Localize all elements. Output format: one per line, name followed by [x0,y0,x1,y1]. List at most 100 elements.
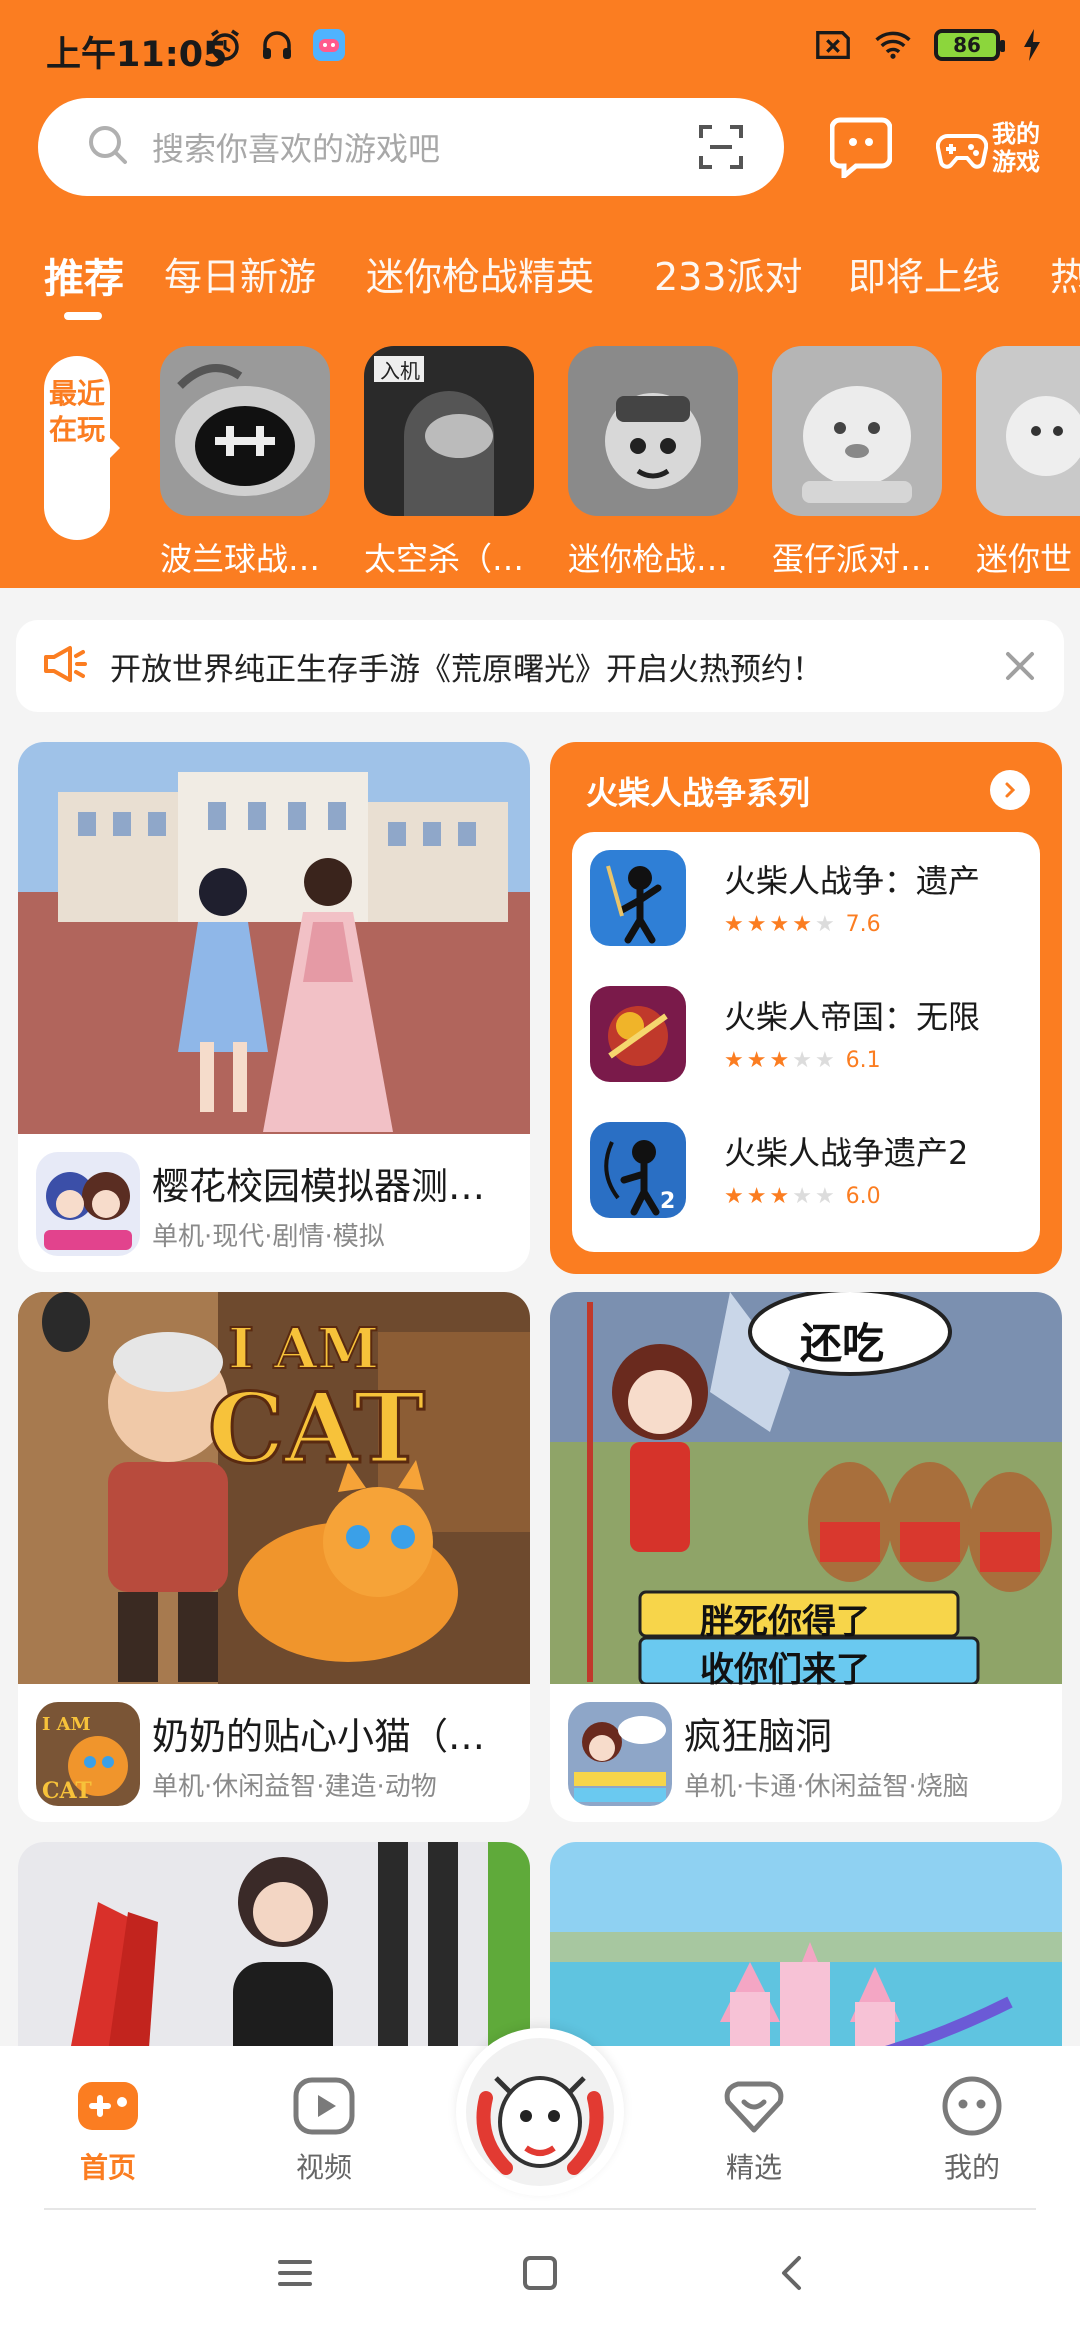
cover-bubble-text: 还吃 [800,1319,885,1368]
search-icon [86,123,130,171]
game-card-info: 樱花校园模拟器测… 单机·现代·剧情·模拟 [18,1134,530,1272]
nav-featured-label: 精选 [725,2151,782,2184]
tab-hot[interactable]: 热 [1050,246,1080,301]
recent-game-name: 迷你枪战… [568,540,729,578]
header: 上午11:05 86 搜索你喜欢的游戏吧 我的 游戏 推荐 每日新游 迷你枪战精… [0,0,1080,588]
charging-icon [1022,26,1042,64]
tab-233-party[interactable]: 233派对 [654,246,803,301]
game-icon [772,346,942,516]
video-play-icon [292,2074,356,2138]
status-icons-right: 86 [814,26,1042,64]
rating-value: 6.1 [845,1048,881,1073]
wifi-icon [874,26,912,64]
sim-off-icon [814,26,852,64]
series-game-item[interactable]: 火柴人战争：遗产 ★ ★ ★ ★ ★ 7.6 [590,850,1030,950]
game-icon [590,986,686,1082]
nav-featured[interactable]: 精选 [694,2074,814,2194]
tab-recommend[interactable]: 推荐 [44,246,124,304]
cover-banner-text: 胖死你得了 [700,1602,870,1642]
recent-game[interactable]: 迷你世 [976,346,1080,580]
star-icon: ★ [792,1047,812,1073]
system-navigation-bar [0,2210,1080,2340]
recent-game-name: 蛋仔派对… [772,540,933,578]
recent-game[interactable]: 蛋仔派对… [772,346,950,580]
game-tags: 单机·现代·剧情·模拟 [152,1222,385,1252]
star-icon: ★ [746,1183,767,1209]
close-icon[interactable] [1002,648,1038,684]
stickman-series-card[interactable]: 火柴人战争系列 火柴人战争：遗产 ★ ★ ★ ★ ★ 7.6 火柴人帝国：无限 … [550,742,1062,1274]
status-bar: 上午11:05 86 [0,0,1080,96]
nav-mine[interactable]: 我的 [912,2074,1032,2194]
game-card[interactable]: I AM CAT I AM CAT 奶奶的贴心小猫（… 单机·休闲益智·建造·动物 [18,1292,530,1822]
announcement-banner[interactable]: 开放世界纯正生存手游《荒原曙光》开启火热预约！ [16,620,1064,712]
star-icon: ★ [724,1047,744,1073]
game-cover-image: 还吃 胖死你得了 收你们来了 [550,1292,1062,1690]
my-games-button[interactable]: 我的 游戏 [936,110,1048,186]
recent-game[interactable]: 波兰球战… [160,346,338,580]
game-title: 樱花校园模拟器测… [152,1165,485,1208]
svg-text:入机: 入机 [380,359,420,383]
star-rating: ★ ★ ★ ★ ★ 7.6 [724,912,881,937]
tab-coming-soon[interactable]: 即将上线 [848,246,1000,301]
star-icon: ★ [746,911,767,937]
my-games-label-line2: 游戏 [992,148,1040,176]
rating-value: 7.6 [845,912,881,937]
tab-mini-gunfight[interactable]: 迷你枪战精英 [366,246,594,301]
status-time: 上午11:05 [46,35,228,75]
game-tags: 单机·休闲益智·建造·动物 [152,1772,437,1802]
recent-game-name: 波兰球战… [160,540,321,578]
back-icon[interactable] [770,2250,816,2296]
game-icon [568,1702,672,1806]
search-input[interactable]: 搜索你喜欢的游戏吧 [38,98,784,196]
svg-text:2: 2 [660,1189,675,1214]
nav-home-label: 首页 [79,2151,136,2184]
cover-title-cat: CAT [206,1371,426,1487]
star-icon: ★ [724,1183,744,1209]
recent-game-name: 太空杀（… [364,540,525,578]
headphones-icon [258,26,296,64]
series-game-name: 火柴人战争遗产2 [724,1134,969,1172]
game-app-icon [310,26,348,64]
game-card[interactable]: 樱花校园模拟器测… 单机·现代·剧情·模拟 [18,742,530,1272]
battery-indicator: 86 [934,29,1005,61]
game-card-info: 疯狂脑洞 单机·卡通·休闲益智·烧脑 [550,1684,1062,1822]
game-cover-image [18,742,530,1134]
app-root: 上午11:05 86 搜索你喜欢的游戏吧 我的 游戏 推荐 每日新游 迷你枪战精… [0,0,1080,2340]
recent-game[interactable]: 迷你枪战… [568,346,746,580]
game-title: 奶奶的贴心小猫（… [152,1715,485,1758]
tab-active-indicator [64,312,102,320]
game-card-info: I AM CAT 奶奶的贴心小猫（… 单机·休闲益智·建造·动物 [18,1684,530,1822]
series-game-item[interactable]: 火柴人帝国：无限 ★ ★ ★ ★ ★ 6.1 [590,986,1030,1086]
chevron-right-icon[interactable] [990,770,1030,810]
home-square-icon[interactable] [517,2250,563,2296]
heart-diamond-icon [722,2074,786,2138]
recent-label: 最近在玩 [44,356,120,540]
star-icon: ★ [769,1047,790,1073]
recent-game[interactable]: 入机 太空杀（… [364,346,542,580]
game-cover-image: I AM CAT [18,1292,530,1684]
game-icon [568,346,738,516]
series-title: 火柴人战争系列 [586,774,811,812]
mascot-icon [466,2038,614,2186]
game-icon: I AM CAT [36,1702,140,1806]
tab-daily-new[interactable]: 每日新游 [164,246,316,301]
game-icon [36,1152,140,1256]
message-button[interactable] [829,116,893,182]
my-games-label: 我的 游戏 [992,120,1048,176]
star-icon: ★ [724,911,744,937]
announcement-text: 开放世界纯正生存手游《荒原曙光》开启火热预约！ [110,651,823,688]
status-icons-left [206,26,348,64]
series-game-name: 火柴人战争：遗产 [724,862,981,900]
series-game-item[interactable]: 2 火柴人战争遗产2 ★ ★ ★ ★ ★ 6.0 [590,1122,1030,1222]
svg-text:CAT: CAT [42,1778,92,1804]
game-card[interactable]: 还吃 胖死你得了 收你们来了 疯狂脑洞 单机·卡通·休闲益智·烧脑 [550,1292,1062,1822]
center-mascot-button[interactable] [456,2028,624,2196]
search-placeholder: 搜索你喜欢的游戏吧 [152,130,441,168]
menu-icon[interactable] [272,2250,318,2296]
game-icon: 入机 [364,346,534,516]
nav-home[interactable]: 首页 [48,2074,168,2194]
game-icon [590,850,686,946]
nav-video[interactable]: 视频 [264,2074,384,2194]
nav-video-label: 视频 [295,2151,352,2184]
scan-icon[interactable] [698,124,744,170]
